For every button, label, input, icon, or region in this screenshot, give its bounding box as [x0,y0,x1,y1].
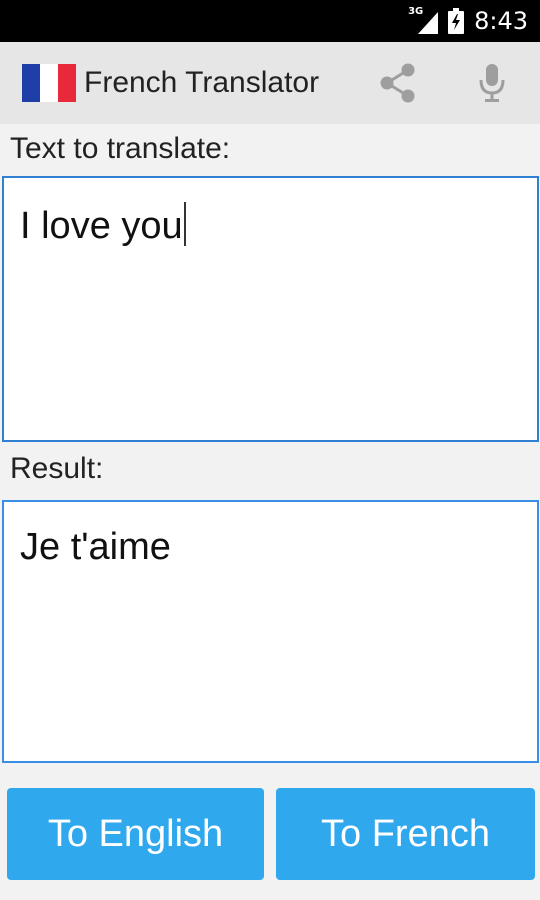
flag-stripe-blue [22,64,40,102]
result-text: Je t'aime [20,526,171,568]
input-text: I love you [20,205,183,247]
text-cursor [183,202,186,246]
battery-icon [448,8,465,34]
signal-icon [418,12,439,34]
microphone-button[interactable] [466,60,518,106]
network-indicator: 3G [408,6,439,34]
microphone-icon [479,64,505,102]
input-label: Text to translate: [10,132,231,165]
french-flag-icon [22,64,76,102]
text-to-translate-input[interactable]: I love you [2,176,539,442]
share-icon [380,63,415,103]
result-label: Result: [10,452,104,485]
share-button[interactable] [372,60,424,106]
app-bar: French Translator [0,42,540,124]
to-english-button[interactable]: To English [7,788,264,880]
status-icons: 3G 8:43 [408,0,528,42]
result-output[interactable]: Je t'aime [2,500,539,763]
flag-stripe-white [40,64,58,102]
to-french-button[interactable]: To French [276,788,535,880]
flag-stripe-red [58,64,76,102]
app-title: French Translator [84,66,320,99]
status-bar: 3G 8:43 [0,0,540,42]
status-time: 8:43 [474,7,528,35]
